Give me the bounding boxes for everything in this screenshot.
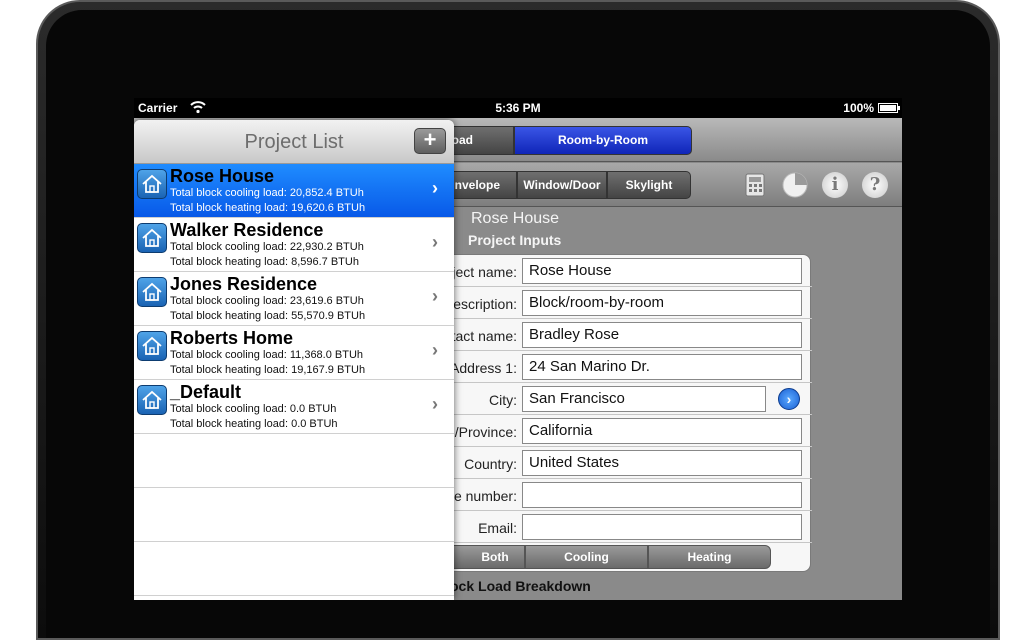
project-cooling-load: Total block cooling load: 0.0 BTUh [170, 403, 337, 415]
battery-percentage: 100% [843, 101, 874, 115]
segment-cooling[interactable]: Cooling [525, 545, 648, 569]
house-icon [137, 277, 167, 307]
address-1-field[interactable]: 24 San Marino Dr. [522, 354, 802, 380]
project-name-field[interactable]: Rose House [522, 258, 802, 284]
city-lookup-arrow-icon[interactable]: › [778, 388, 800, 410]
project-list-title: Project List [244, 131, 344, 153]
empty-list-row [134, 488, 454, 542]
field-label: tact name: [451, 328, 517, 344]
chevron-right-icon: › [432, 340, 438, 360]
chevron-right-icon: › [432, 232, 438, 252]
project-cooling-load: Total block cooling load: 11,368.0 BTUh [170, 349, 364, 361]
project-list-header: Project List + [134, 120, 454, 164]
contact-name-field[interactable]: Bradley Rose [522, 322, 802, 348]
calculator-icon[interactable] [744, 172, 770, 198]
project-name: Jones Residence [170, 274, 318, 294]
project-title: Rose House [471, 210, 560, 227]
project-row-walker-residence[interactable]: Walker Residence Total block cooling loa… [134, 218, 454, 272]
project-heating-load: Total block heating load: 8,596.7 BTUh [170, 256, 359, 268]
pie-chart-icon[interactable] [782, 172, 808, 198]
project-cooling-load: Total block cooling load: 23,619.6 BTUh [170, 295, 364, 307]
email-field[interactable] [522, 514, 802, 540]
form-row-email: Email: [425, 511, 812, 543]
segment-heating[interactable]: Heating [648, 545, 771, 569]
field-label: Address 1: [450, 360, 517, 376]
project-heating-load: Total block heating load: 19,167.9 BTUh [170, 364, 366, 376]
description-field[interactable]: Block/room-by-room [522, 290, 802, 316]
app-screen: Carrier 5:36 PM 100% oad Room-by-Room nv… [134, 98, 902, 600]
info-icon[interactable]: i [822, 172, 848, 198]
project-cooling-load: Total block cooling load: 20,852.4 BTUh [170, 187, 364, 199]
project-heating-load: Total block heating load: 19,620.6 BTUh [170, 202, 366, 214]
chevron-right-icon: › [432, 178, 438, 198]
project-name: Rose House [170, 166, 275, 186]
field-label: /Province: [454, 424, 517, 440]
form-row-description: escription: Block/room-by-room [425, 287, 812, 319]
project-inputs-form: ject name: Rose House escription: Block/… [424, 254, 812, 572]
status-time: 5:36 PM [495, 101, 541, 115]
field-label: Email: [478, 520, 517, 536]
form-row-state-province: /Province: California [425, 415, 812, 447]
phone-number-field[interactable] [522, 482, 802, 508]
segment-skylight[interactable]: Skylight [607, 171, 691, 199]
segment-room-by-room[interactable]: Room-by-Room [514, 126, 692, 155]
empty-list-row [134, 542, 454, 596]
house-icon [137, 385, 167, 415]
field-label: Country: [464, 456, 517, 472]
battery-icon [878, 103, 900, 113]
form-row-phone-number: e number: [425, 479, 812, 511]
section-title: Project Inputs [468, 232, 562, 248]
form-row-city: City: San Francisco › [425, 383, 812, 415]
project-row-roberts-home[interactable]: Roberts Home Total block cooling load: 1… [134, 326, 454, 380]
empty-list-row [134, 434, 454, 488]
project-name: Walker Residence [170, 220, 324, 240]
project-row-default[interactable]: _Default Total block cooling load: 0.0 B… [134, 380, 454, 434]
city-field[interactable]: San Francisco [522, 386, 766, 412]
house-icon [137, 223, 167, 253]
project-heating-load: Total block heating load: 55,570.9 BTUh [170, 310, 366, 322]
project-cooling-load: Total block cooling load: 22,930.2 BTUh [170, 241, 364, 253]
status-bar: Carrier 5:36 PM 100% [134, 98, 902, 118]
help-icon[interactable]: ? [862, 172, 888, 198]
chevron-right-icon: › [432, 286, 438, 306]
project-row-jones-residence[interactable]: Jones Residence Total block cooling load… [134, 272, 454, 326]
form-row-country: Country: United States [425, 447, 812, 479]
project-name: Roberts Home [170, 328, 294, 348]
segment-window-door[interactable]: Window/Door [517, 171, 607, 199]
add-project-button[interactable]: + [414, 128, 446, 154]
project-list-popover: Project List + Rose House Total block co… [134, 120, 454, 600]
project-row-rose-house[interactable]: Rose House Total block cooling load: 20,… [134, 164, 454, 218]
block-load-breakdown-title: ock Load Breakdown [450, 578, 591, 594]
project-heating-load: Total block heating load: 0.0 BTUh [170, 418, 338, 430]
chevron-right-icon: › [432, 394, 438, 414]
house-icon [137, 169, 167, 199]
house-icon [137, 331, 167, 361]
field-label: City: [489, 392, 517, 408]
field-label: escription: [453, 296, 517, 312]
country-field[interactable]: United States [522, 450, 802, 476]
state-province-field[interactable]: California [522, 418, 802, 444]
form-row-project-name: ject name: Rose House [425, 255, 812, 287]
field-label: ject name: [452, 264, 517, 280]
project-name: _Default [170, 382, 242, 402]
form-row-contact-name: tact name: Bradley Rose [425, 319, 812, 351]
field-label: e number: [453, 488, 517, 504]
form-row-address-1: Address 1: 24 San Marino Dr. [425, 351, 812, 383]
